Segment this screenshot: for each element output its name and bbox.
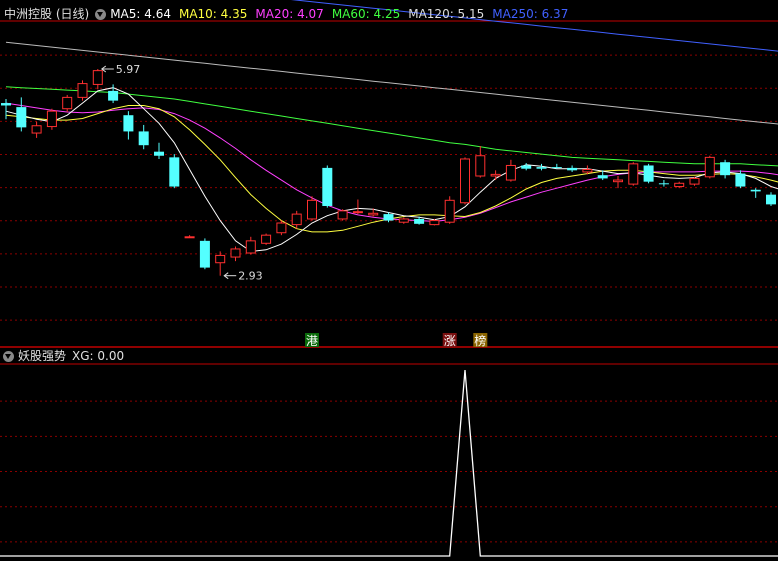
- dropdown-icon[interactable]: [95, 8, 107, 20]
- candle-body: [490, 173, 501, 177]
- candle-body: [628, 163, 639, 185]
- event-marker-label: 榜: [474, 333, 486, 348]
- ma250-label: MA250: 6.37: [492, 7, 569, 21]
- candle-body: [62, 96, 73, 110]
- ma5-label: MA5: 4.64: [110, 7, 171, 21]
- candle-body: [521, 165, 532, 169]
- candle-body: [674, 182, 685, 188]
- candle-body: [689, 177, 700, 185]
- candle-body: [276, 222, 287, 234]
- candle-body: [613, 179, 623, 183]
- candle-body: [444, 199, 455, 223]
- candle-body: [261, 234, 272, 244]
- candle-body: [184, 236, 195, 239]
- candle-body: [368, 212, 379, 216]
- kline-chart: 5.97 2.93 港 涨 榜: [0, 0, 778, 557]
- stock-title: 中洲控股 (日线): [4, 7, 90, 21]
- candle-body: [505, 164, 516, 181]
- candle-body: [582, 169, 593, 173]
- candle-body: [291, 213, 302, 226]
- candle-body: [398, 218, 409, 223]
- indicator-title: 妖股强势: [18, 349, 67, 363]
- main-info-bar: 中洲控股 (日线) MA5: 4.64 MA10: 4.35 MA20: 4.0…: [0, 6, 576, 22]
- candle-body: [658, 183, 669, 185]
- candle-body: [322, 167, 333, 206]
- candle-body: [643, 165, 654, 182]
- event-marker-label: 港: [306, 334, 318, 348]
- candle-body: [429, 220, 440, 226]
- candle-body: [46, 110, 57, 128]
- ma60-line: [5, 86, 778, 167]
- candle-body: [551, 167, 562, 169]
- ma120-label: MA120: 5.15: [408, 7, 485, 21]
- candle-body: [766, 194, 776, 205]
- candle-body: [245, 240, 256, 254]
- candle-body: [750, 189, 761, 192]
- candle-body: [414, 218, 425, 224]
- ma60-label: MA60: 4.25: [331, 7, 401, 21]
- candle-body: [215, 254, 226, 264]
- candle-body: [123, 115, 134, 132]
- candle-body: [31, 125, 42, 134]
- candle-body: [475, 155, 486, 177]
- candle-body: [1, 103, 11, 106]
- indicator-info-bar: 妖股强势 XG: 0.00: [0, 348, 124, 364]
- indicator-dropdown-icon[interactable]: [3, 350, 14, 362]
- candle-body: [199, 240, 210, 268]
- candle-body: [720, 162, 731, 176]
- candle-body: [154, 151, 164, 156]
- max-price-label: 5.97: [116, 63, 141, 76]
- candle-body: [567, 167, 578, 171]
- candle-body: [735, 173, 746, 187]
- candle-body: [108, 90, 119, 101]
- candle-body: [77, 83, 88, 98]
- xg-line: [0, 369, 778, 557]
- candle-body: [383, 214, 394, 221]
- candle-body: [169, 157, 180, 187]
- candle-body: [337, 210, 348, 220]
- ma10-label: MA10: 4.35: [178, 7, 248, 21]
- candle-body: [138, 131, 149, 146]
- ma20-label: MA20: 4.07: [255, 7, 324, 21]
- candle-body: [307, 199, 317, 220]
- candle-body: [352, 211, 363, 214]
- candle-body: [597, 175, 608, 179]
- candle-body: [230, 248, 241, 258]
- candle-body: [536, 167, 547, 169]
- xg-value: XG: 0.00: [72, 349, 125, 363]
- candle-body: [460, 158, 470, 204]
- min-price-label: 2.93: [238, 270, 263, 283]
- candle-body: [92, 70, 103, 85]
- candle-body: [704, 156, 715, 178]
- event-marker-label: 涨: [444, 333, 456, 348]
- candle-body: [16, 107, 27, 128]
